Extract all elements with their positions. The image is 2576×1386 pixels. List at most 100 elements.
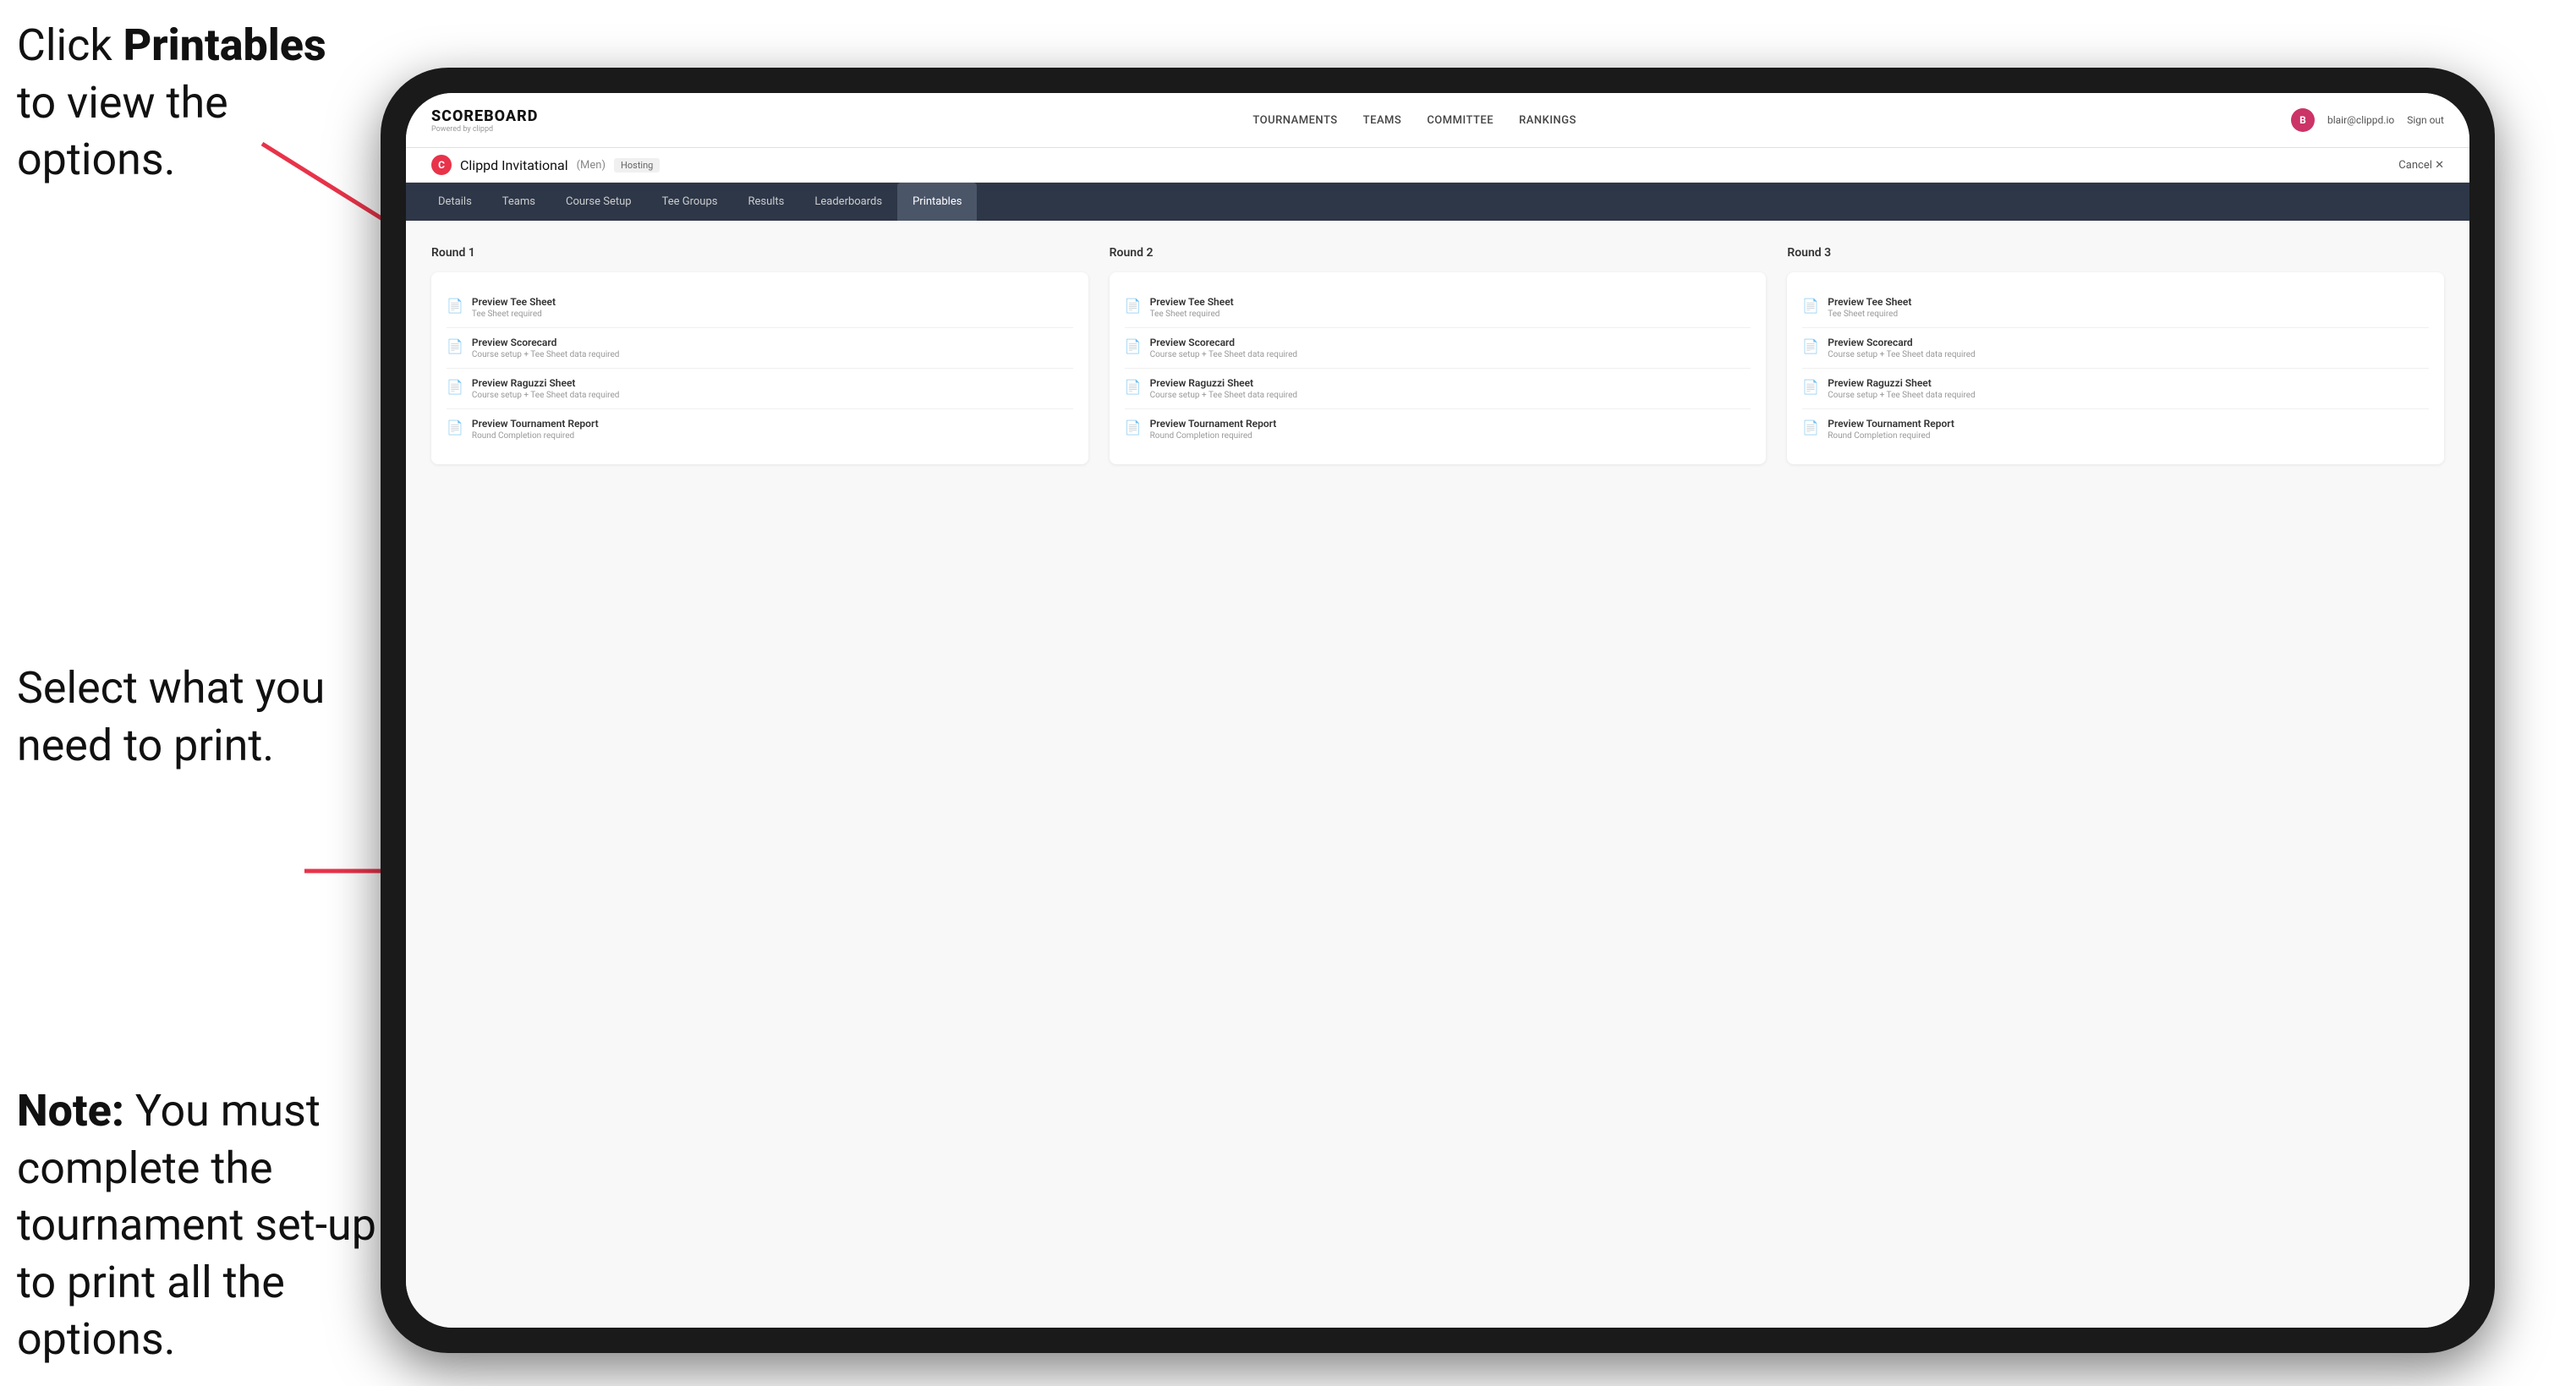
- user-avatar: B: [2291, 108, 2315, 132]
- printables-bold: Printables: [123, 19, 326, 71]
- round-2-scorecard[interactable]: 📄 Preview Scorecard Course setup + Tee S…: [1125, 328, 1751, 369]
- print-text: Preview Tee Sheet Tee Sheet required: [472, 296, 556, 319]
- main-nav: TOURNAMENTS TEAMS COMMITTEE RANKINGS: [1252, 110, 1576, 131]
- annotation-bottom: Note: You must complete the tournament s…: [17, 1082, 397, 1368]
- print-text-10: Preview Scorecard Course setup + Tee She…: [1828, 337, 1975, 359]
- doc-icon-3: 📄: [447, 379, 463, 395]
- print-text-2: Preview Scorecard Course setup + Tee She…: [472, 337, 619, 359]
- round-2-raguzzi[interactable]: 📄 Preview Raguzzi Sheet Course setup + T…: [1125, 369, 1751, 409]
- round-3-title: Round 3: [1787, 246, 2444, 260]
- doc-icon-7: 📄: [1125, 379, 1142, 395]
- doc-icon-5: 📄: [1125, 298, 1142, 314]
- doc-icon-9: 📄: [1802, 298, 1819, 314]
- print-sublabel-10: Course setup + Tee Sheet data required: [1828, 350, 1975, 359]
- round-2-tee-sheet[interactable]: 📄 Preview Tee Sheet Tee Sheet required: [1125, 288, 1751, 328]
- tab-results[interactable]: Results: [732, 183, 799, 221]
- round-1-section: Round 1 📄 Preview Tee Sheet Tee Sheet re…: [431, 246, 1088, 464]
- print-label-2: Preview Scorecard: [472, 337, 619, 348]
- round-1-title: Round 1: [431, 246, 1088, 260]
- logo-area: SCOREBOARD Powered by clippd: [431, 107, 538, 134]
- annotation-top: Click Printables to view the options.: [17, 17, 338, 189]
- print-text-6: Preview Scorecard Course setup + Tee She…: [1150, 337, 1297, 359]
- tab-tee-groups[interactable]: Tee Groups: [647, 183, 733, 221]
- clippd-icon: C: [431, 155, 452, 175]
- tab-details[interactable]: Details: [423, 183, 487, 221]
- round-3-card: 📄 Preview Tee Sheet Tee Sheet required 📄…: [1787, 272, 2444, 464]
- round-3-section: Round 3 📄 Preview Tee Sheet Tee Sheet re…: [1787, 246, 2444, 464]
- round-1-tournament-report[interactable]: 📄 Preview Tournament Report Round Comple…: [447, 409, 1073, 449]
- nav-tournaments[interactable]: TOURNAMENTS: [1252, 110, 1337, 131]
- print-text-3: Preview Raguzzi Sheet Course setup + Tee…: [472, 377, 619, 400]
- print-label-4: Preview Tournament Report: [472, 418, 599, 430]
- tab-printables[interactable]: Printables: [897, 183, 977, 221]
- round-1-tee-sheet[interactable]: 📄 Preview Tee Sheet Tee Sheet required: [447, 288, 1073, 328]
- tournament-name: Clippd Invitational: [460, 157, 568, 173]
- tablet: SCOREBOARD Powered by clippd TOURNAMENTS…: [381, 68, 2495, 1353]
- logo-scoreboard: SCOREBOARD: [431, 107, 538, 125]
- sign-out-link[interactable]: Sign out: [2407, 114, 2444, 126]
- round-3-tee-sheet[interactable]: 📄 Preview Tee Sheet Tee Sheet required: [1802, 288, 2429, 328]
- nav-committee[interactable]: COMMITTEE: [1427, 110, 1494, 131]
- print-label-7: Preview Raguzzi Sheet: [1150, 377, 1297, 389]
- print-label-9: Preview Tee Sheet: [1828, 296, 1911, 308]
- print-label-5: Preview Tee Sheet: [1150, 296, 1234, 308]
- rounds-container: Round 1 📄 Preview Tee Sheet Tee Sheet re…: [431, 246, 2444, 464]
- doc-icon-11: 📄: [1802, 379, 1819, 395]
- print-label-11: Preview Raguzzi Sheet: [1828, 377, 1975, 389]
- annotation-middle: Select what you need to print.: [17, 660, 338, 774]
- doc-icon-2: 📄: [447, 338, 463, 354]
- doc-icon-10: 📄: [1802, 338, 1819, 354]
- print-sublabel-7: Course setup + Tee Sheet data required: [1150, 391, 1297, 400]
- print-text-8: Preview Tournament Report Round Completi…: [1150, 418, 1277, 441]
- tab-leaderboards[interactable]: Leaderboards: [799, 183, 897, 221]
- round-2-title: Round 2: [1110, 246, 1767, 260]
- round-1-scorecard[interactable]: 📄 Preview Scorecard Course setup + Tee S…: [447, 328, 1073, 369]
- nav-teams[interactable]: TEAMS: [1363, 110, 1402, 131]
- doc-icon-8: 📄: [1125, 419, 1142, 436]
- round-2-tournament-report[interactable]: 📄 Preview Tournament Report Round Comple…: [1125, 409, 1751, 449]
- print-sublabel-6: Course setup + Tee Sheet data required: [1150, 350, 1297, 359]
- print-label-8: Preview Tournament Report: [1150, 418, 1277, 430]
- print-sublabel-9: Tee Sheet required: [1828, 310, 1911, 319]
- print-sublabel-12: Round Completion required: [1828, 431, 1954, 441]
- print-label: Preview Tee Sheet: [472, 296, 556, 308]
- print-sublabel-5: Tee Sheet required: [1150, 310, 1234, 319]
- print-text-11: Preview Raguzzi Sheet Course setup + Tee…: [1828, 377, 1975, 400]
- nav-rankings[interactable]: RANKINGS: [1519, 110, 1576, 131]
- round-3-tournament-report[interactable]: 📄 Preview Tournament Report Round Comple…: [1802, 409, 2429, 449]
- logo-text: SCOREBOARD Powered by clippd: [431, 107, 538, 134]
- print-text-4: Preview Tournament Report Round Completi…: [472, 418, 599, 441]
- note-bold: Note:: [17, 1085, 124, 1137]
- round-1-raguzzi[interactable]: 📄 Preview Raguzzi Sheet Course setup + T…: [447, 369, 1073, 409]
- doc-icon-6: 📄: [1125, 338, 1142, 354]
- print-text-5: Preview Tee Sheet Tee Sheet required: [1150, 296, 1234, 319]
- tab-course-setup[interactable]: Course Setup: [551, 183, 647, 221]
- print-sublabel-11: Course setup + Tee Sheet data required: [1828, 391, 1975, 400]
- user-email: blair@clippd.io: [2327, 114, 2394, 126]
- print-label-12: Preview Tournament Report: [1828, 418, 1954, 430]
- round-3-scorecard[interactable]: 📄 Preview Scorecard Course setup + Tee S…: [1802, 328, 2429, 369]
- sub-header: C Clippd Invitational (Men) Hosting Canc…: [406, 148, 2469, 183]
- round-3-raguzzi[interactable]: 📄 Preview Raguzzi Sheet Course setup + T…: [1802, 369, 2429, 409]
- tablet-screen: SCOREBOARD Powered by clippd TOURNAMENTS…: [406, 93, 2469, 1328]
- nav-right: B blair@clippd.io Sign out: [2291, 108, 2444, 132]
- top-nav: SCOREBOARD Powered by clippd TOURNAMENTS…: [406, 93, 2469, 148]
- print-label-3: Preview Raguzzi Sheet: [472, 377, 619, 389]
- print-label-6: Preview Scorecard: [1150, 337, 1297, 348]
- round-2-section: Round 2 📄 Preview Tee Sheet Tee Sheet re…: [1110, 246, 1767, 464]
- print-text-7: Preview Raguzzi Sheet Course setup + Tee…: [1150, 377, 1297, 400]
- print-sublabel-4: Round Completion required: [472, 431, 599, 441]
- print-label-10: Preview Scorecard: [1828, 337, 1975, 348]
- round-1-card: 📄 Preview Tee Sheet Tee Sheet required 📄…: [431, 272, 1088, 464]
- tab-teams[interactable]: Teams: [487, 183, 551, 221]
- hosting-badge: Hosting: [614, 158, 660, 173]
- print-sublabel-3: Course setup + Tee Sheet data required: [472, 391, 619, 400]
- logo-powered: Powered by clippd: [431, 125, 538, 134]
- print-sublabel: Tee Sheet required: [472, 310, 556, 319]
- doc-icon-4: 📄: [447, 419, 463, 436]
- cancel-button[interactable]: Cancel ✕: [2398, 159, 2444, 172]
- round-2-card: 📄 Preview Tee Sheet Tee Sheet required 📄…: [1110, 272, 1767, 464]
- tournament-title: C Clippd Invitational (Men) Hosting: [431, 155, 660, 175]
- tournament-bracket: (Men): [577, 159, 606, 172]
- doc-icon-12: 📄: [1802, 419, 1819, 436]
